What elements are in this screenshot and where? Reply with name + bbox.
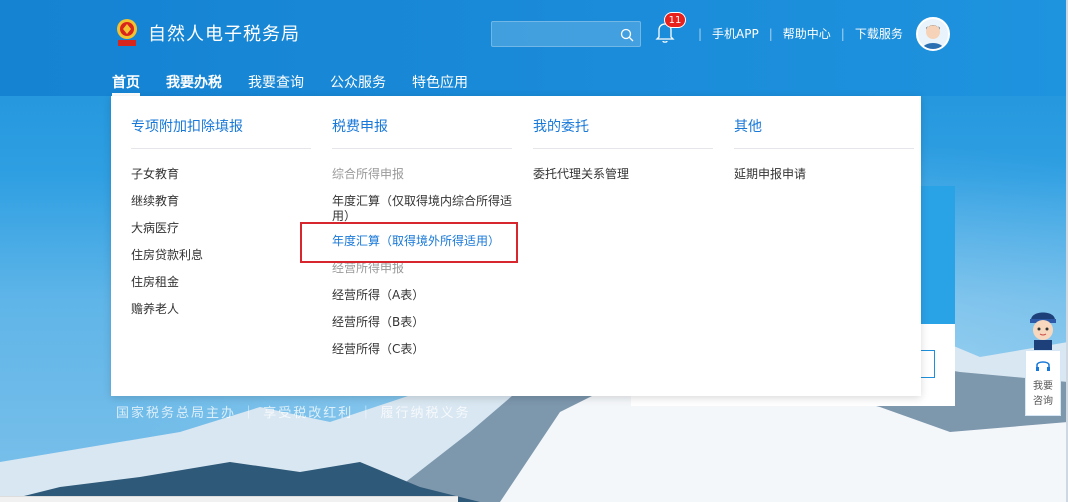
mobile-app-link[interactable]: 手机APP: [712, 25, 759, 42]
column-title: 其他: [734, 96, 914, 149]
search-icon[interactable]: [620, 27, 634, 42]
separator: |: [768, 26, 773, 41]
column-special-deduction: 专项附加扣除填报 子女教育 继续教育 大病医疗 住房贷款利息 住房租金 赡养老人: [131, 96, 311, 323]
subheading-comprehensive-income: 综合所得申报: [332, 167, 405, 181]
consult-label-1: 我要: [1033, 381, 1053, 392]
menu-item-continuing-education[interactable]: 继续教育: [131, 188, 311, 215]
menu-item-elderly-support[interactable]: 赡养老人: [131, 296, 311, 323]
nav-item-special-apps[interactable]: 特色应用: [412, 72, 468, 92]
search-input[interactable]: [491, 21, 641, 47]
column-title: 我的委托: [533, 96, 713, 149]
tax-handling-dropdown: 专项附加扣除填报 子女教育 继续教育 大病医疗 住房贷款利息 住房租金 赡养老人…: [111, 96, 921, 396]
menu-item-business-income-b[interactable]: 经营所得（B表）: [332, 309, 522, 336]
headset-icon: [1034, 361, 1052, 378]
menu-item-serious-illness[interactable]: 大病医疗: [131, 215, 311, 242]
separator: |: [698, 26, 703, 41]
separator: |: [840, 26, 845, 41]
main-nav: 首页 我要办税 我要查询 公众服务 特色应用: [112, 72, 494, 92]
nav-item-query[interactable]: 我要查询: [248, 72, 304, 92]
menu-item-housing-loan-interest[interactable]: 住房贷款利息: [131, 242, 311, 269]
user-avatar[interactable]: [916, 17, 950, 51]
column-my-delegation: 我的委托 委托代理关系管理: [533, 96, 713, 188]
menu-item-business-income-c[interactable]: 经营所得（C表）: [332, 336, 522, 363]
top-header: 自然人电子税务局 11 | 手机APP | 帮助中心 | 下载服务 首页 我要办…: [0, 0, 1068, 96]
site-title: 自然人电子税务局: [148, 24, 300, 45]
menu-item-child-education[interactable]: 子女教育: [131, 161, 311, 188]
bottom-status-bar: [0, 496, 458, 502]
notification-count-badge: 11: [664, 12, 686, 28]
site-logo[interactable]: 自然人电子税务局: [114, 18, 300, 48]
slogan-text: 国家税务总局主办 ｜ 享受税改红利 ｜ 履行纳税义务: [116, 406, 471, 421]
login-panel-footer: [631, 396, 955, 406]
help-center-link[interactable]: 帮助中心: [783, 25, 831, 42]
tax-officer-mascot-icon[interactable]: [1025, 306, 1061, 350]
highlight-annotation-box: [300, 222, 518, 263]
nav-item-public-service[interactable]: 公众服务: [330, 72, 386, 92]
nav-item-tax-handling[interactable]: 我要办税: [166, 72, 222, 92]
column-other: 其他 延期申报申请: [734, 96, 914, 188]
column-title: 专项附加扣除填报: [131, 96, 311, 149]
consult-label-2: 咨询: [1033, 396, 1053, 407]
nav-item-home[interactable]: 首页: [112, 72, 140, 92]
consult-button[interactable]: 我要 咨询: [1025, 350, 1061, 416]
menu-item-business-income-a[interactable]: 经营所得（A表）: [332, 282, 522, 309]
download-service-link[interactable]: 下载服务: [855, 25, 903, 42]
menu-item-delegation-management[interactable]: 委托代理关系管理: [533, 161, 713, 188]
menu-item-housing-rent[interactable]: 住房租金: [131, 269, 311, 296]
column-title: 税费申报: [332, 96, 512, 149]
menu-item-deferred-declaration[interactable]: 延期申报申请: [734, 161, 914, 188]
login-input[interactable]: [921, 350, 935, 378]
login-panel-banner: [921, 186, 955, 324]
tax-emblem-icon: [114, 18, 140, 48]
top-links: | 手机APP | 帮助中心 | 下载服务: [688, 25, 903, 42]
